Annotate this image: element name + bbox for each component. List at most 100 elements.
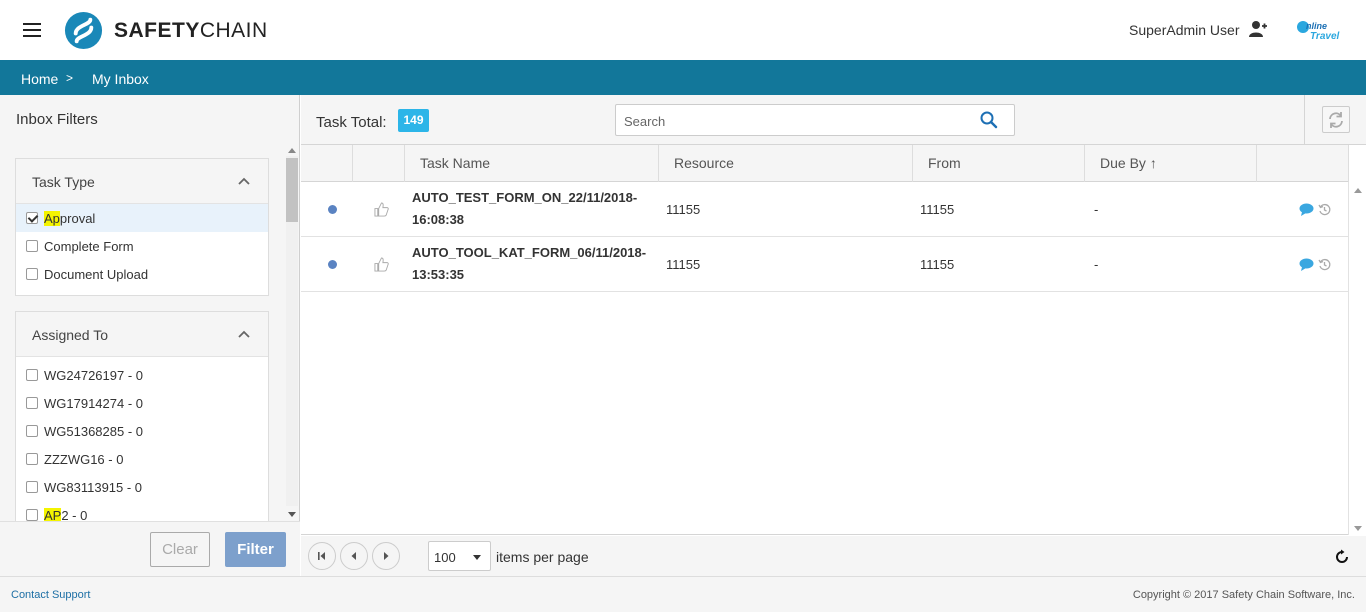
first-page-button[interactable] xyxy=(308,542,336,570)
contact-support-link[interactable]: Contact Support xyxy=(11,589,91,601)
task-type-option-approval[interactable]: Approval xyxy=(16,204,268,232)
user-settings-icon[interactable] xyxy=(1248,20,1268,38)
grid-scrollbar[interactable] xyxy=(1348,182,1366,535)
task-total-label: Task Total: xyxy=(316,114,387,131)
user-name[interactable]: SuperAdmin User xyxy=(1129,22,1240,38)
assigned-to-header[interactable]: Assigned To xyxy=(16,312,268,357)
page-size-value: 100 xyxy=(434,550,456,565)
thumbs-up-icon[interactable] xyxy=(374,202,389,217)
col-due-by-header[interactable]: Due By ↑ xyxy=(1085,145,1257,182)
checkbox[interactable] xyxy=(26,212,38,224)
checkbox[interactable] xyxy=(26,509,38,521)
unread-dot-icon xyxy=(328,260,337,269)
clear-button[interactable]: Clear xyxy=(150,532,210,567)
previous-page-icon xyxy=(351,552,356,560)
from-cell: 11155 xyxy=(920,257,955,272)
first-page-icon xyxy=(318,552,325,560)
task-type-option-document-upload[interactable]: Document Upload xyxy=(16,260,268,288)
items-per-page-label: items per page xyxy=(496,549,589,565)
chevron-up-icon[interactable] xyxy=(238,175,250,187)
reload-icon[interactable] xyxy=(1334,549,1350,565)
unread-dot-icon xyxy=(328,205,337,214)
option-label: WG24726197 - 0 xyxy=(44,367,144,383)
option-label: Document Upload xyxy=(44,266,149,282)
task-type-title: Task Type xyxy=(32,174,95,190)
next-page-icon xyxy=(384,552,389,560)
scrollbar-thumb[interactable] xyxy=(286,158,298,222)
option-label: Complete Form xyxy=(44,238,134,254)
search-input[interactable] xyxy=(624,112,964,130)
tenant-logo: nline Travel xyxy=(1297,21,1340,42)
option-label: ZZZWG16 - 0 xyxy=(44,451,124,467)
chevron-down-icon xyxy=(473,555,481,560)
col-from-header[interactable]: From xyxy=(913,145,1085,182)
inbox-main: Task Total: 149 Task Name xyxy=(301,95,1366,576)
checkbox[interactable] xyxy=(26,369,38,381)
history-icon[interactable] xyxy=(1318,258,1331,271)
refresh-icon xyxy=(1329,112,1343,128)
table-row[interactable]: AUTO_TEST_FORM_ON_22/11/2018- 16:08:38 1… xyxy=(301,182,1348,237)
task-type-filter: Task Type Approval Complete Form Documen… xyxy=(15,158,269,296)
task-type-option-complete-form[interactable]: Complete Form xyxy=(16,232,268,260)
col-resource-header[interactable]: Resource xyxy=(659,145,913,182)
task-name[interactable]: AUTO_TOOL_KAT_FORM_06/11/2018- 13:53:35 xyxy=(412,242,646,286)
scroll-up-icon[interactable] xyxy=(288,148,296,153)
filter-button[interactable]: Filter xyxy=(225,532,286,567)
chevron-up-icon[interactable] xyxy=(238,328,250,340)
checkbox[interactable] xyxy=(26,481,38,493)
due-by-cell: - xyxy=(1094,257,1099,272)
task-name[interactable]: AUTO_TEST_FORM_ON_22/11/2018- 16:08:38 xyxy=(412,187,637,231)
next-page-button[interactable] xyxy=(372,542,400,570)
logo[interactable]: SAFETYCHAIN xyxy=(63,10,268,51)
comment-icon[interactable] xyxy=(1299,203,1314,216)
assigned-to-option[interactable]: WG17914274 - 0 xyxy=(16,389,268,417)
assigned-to-option[interactable]: AP2 - 0 xyxy=(16,501,268,521)
checkbox[interactable] xyxy=(26,240,38,252)
due-by-label: Due By xyxy=(1100,155,1146,171)
page-size-select[interactable]: 100 xyxy=(428,541,491,571)
header-divider xyxy=(1348,145,1349,182)
task-total-badge: 149 xyxy=(398,109,429,132)
filters-scroll-area: Task Type Approval Complete Form Documen… xyxy=(0,141,300,521)
due-by-cell: - xyxy=(1094,202,1099,217)
col-task-name-header[interactable]: Task Name xyxy=(405,145,659,182)
safetychain-logo-icon xyxy=(64,11,103,50)
checkbox[interactable] xyxy=(26,453,38,465)
task-grid: Task Name Resource From Due By ↑ AUTO_TE… xyxy=(301,145,1366,535)
breadcrumb: Home > My Inbox xyxy=(0,60,1366,95)
previous-page-button[interactable] xyxy=(340,542,368,570)
thumbs-up-icon[interactable] xyxy=(374,257,389,272)
col-like-header xyxy=(353,145,405,182)
comment-icon[interactable] xyxy=(1299,258,1314,271)
scroll-up-icon[interactable] xyxy=(1354,188,1362,193)
scroll-down-icon[interactable] xyxy=(288,512,296,517)
assigned-to-option[interactable]: WG51368285 - 0 xyxy=(16,417,268,445)
option-label: Approval xyxy=(44,210,96,226)
checkbox[interactable] xyxy=(26,425,38,437)
assigned-to-option[interactable]: ZZZWG16 - 0 xyxy=(16,445,268,473)
checkbox[interactable] xyxy=(26,397,38,409)
scroll-down-icon[interactable] xyxy=(1354,526,1362,531)
filters-scrollbar[interactable] xyxy=(285,144,299,521)
assigned-to-option[interactable]: WG24726197 - 0 xyxy=(16,361,268,389)
refresh-button[interactable] xyxy=(1322,106,1350,133)
checkbox[interactable] xyxy=(26,268,38,280)
search-icon[interactable] xyxy=(980,111,998,129)
inbox-toolbar: Task Total: 149 xyxy=(301,95,1366,145)
assigned-to-option[interactable]: WG83113915 - 0 xyxy=(16,473,268,501)
table-row[interactable]: AUTO_TOOL_KAT_FORM_06/11/2018- 13:53:35 … xyxy=(301,237,1348,292)
history-icon[interactable] xyxy=(1318,203,1331,216)
task-type-header[interactable]: Task Type xyxy=(16,159,268,204)
filters-title: Inbox Filters xyxy=(16,111,98,128)
option-label: WG17914274 - 0 xyxy=(44,395,144,411)
refresh-area xyxy=(1304,95,1366,145)
app-header: SAFETYCHAIN SuperAdmin User nline Travel xyxy=(0,0,1366,60)
hamburger-menu-icon[interactable] xyxy=(23,23,41,37)
sort-ascending-icon[interactable]: ↑ xyxy=(1150,155,1157,171)
breadcrumb-home-link[interactable]: Home xyxy=(21,71,58,87)
assigned-to-title: Assigned To xyxy=(32,327,109,343)
resource-cell: 11155 xyxy=(666,257,701,272)
logo-text: SAFETYCHAIN xyxy=(114,18,268,42)
copyright-text: Copyright © 2017 Safety Chain Software, … xyxy=(1132,589,1355,601)
option-label: WG83113915 - 0 xyxy=(44,479,143,495)
